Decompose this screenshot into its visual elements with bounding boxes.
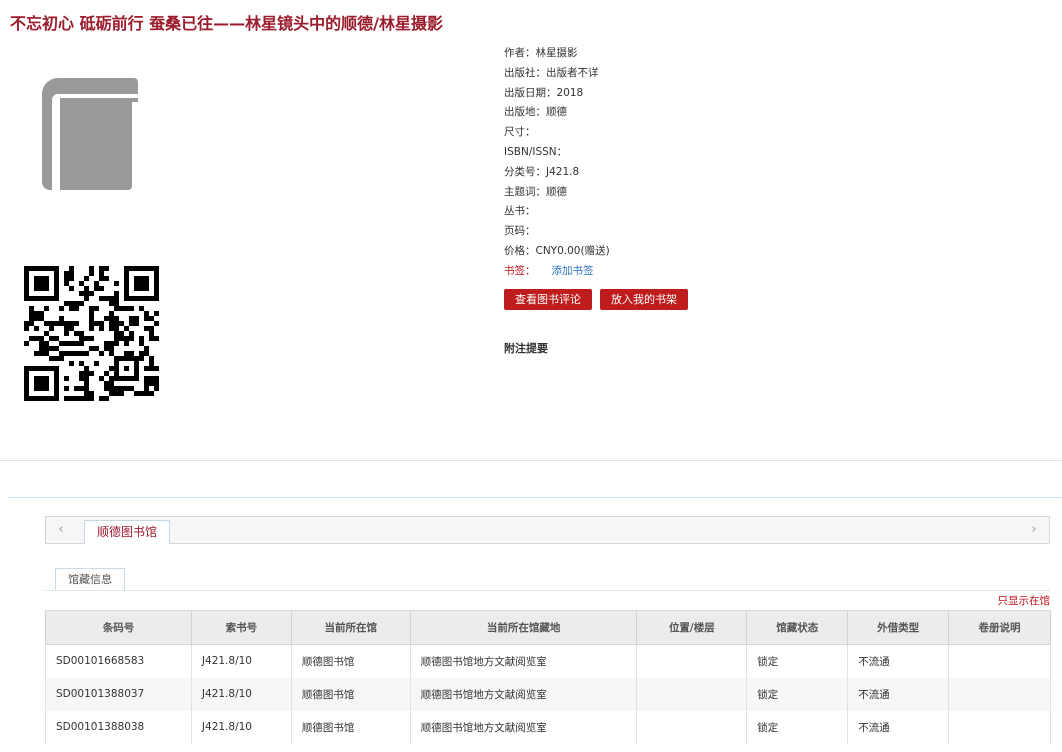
table-cell (636, 710, 748, 744)
column-header[interactable]: 当前所在馆 (290, 610, 411, 645)
column-header[interactable]: 位置/楼层 (636, 610, 748, 645)
meta-label: 主题词： (504, 185, 546, 198)
scroll-left-icon[interactable]: ‹ (46, 517, 76, 543)
meta-row: 出版社：出版者不详 (504, 64, 904, 84)
table-cell: 顺德图书馆地方文献阅览室 (409, 710, 638, 744)
table-cell: J421.8/10 (190, 644, 292, 678)
meta-label: 分类号： (504, 165, 546, 178)
table-cell (948, 677, 1051, 711)
book-metadata: 作者：林星摄影 出版社：出版者不详 出版日期：2018 出版地：顺德 尺寸： ISBN/I… (504, 44, 904, 282)
tab-holdings-info[interactable]: 馆藏信息 (55, 568, 125, 591)
meta-value: CNY0.00(赠送) (535, 244, 610, 257)
table-cell (948, 710, 1051, 744)
column-header[interactable]: 馆藏状态 (746, 610, 849, 645)
bookmark-row: 书签： 添加书签 (504, 262, 904, 282)
table-cell (948, 644, 1051, 678)
table-cell: 顺德图书馆 (290, 710, 411, 744)
section-divider (8, 497, 1062, 498)
meta-label: 出版社： (504, 66, 546, 79)
table-cell: 顺德图书馆 (290, 644, 411, 678)
meta-label: 页码： (504, 225, 536, 238)
add-to-shelf-button[interactable]: 放入我的书架 (600, 289, 688, 310)
meta-label: 尺寸： (504, 126, 536, 139)
table-cell: J421.8/10 (190, 677, 292, 711)
table-cell: SD00101388038 (45, 710, 192, 744)
table-cell: 锁定 (746, 710, 849, 744)
bookmark-label: 书签： (504, 264, 536, 277)
meta-row: ISBN/ISSN： (504, 143, 904, 163)
table-cell: 锁定 (746, 644, 849, 678)
column-header[interactable]: 外借类型 (847, 610, 950, 645)
table-cell: 顺德图书馆地方文献阅览室 (409, 644, 638, 678)
holdings-table: 条码号 索书号 当前所在馆 当前所在馆藏地 位置/楼层 馆藏状态 外借类型 卷册说明 SD00… (45, 610, 1051, 744)
table-row: SD00101388037 J421.8/10 顺德图书馆 顺德图书馆地方文献阅览室 锁… (45, 677, 1051, 711)
table-cell: 锁定 (746, 677, 849, 711)
meta-label: 丛书： (504, 205, 536, 218)
table-cell: 不流通 (847, 677, 950, 711)
table-row: SD00101388038 J421.8/10 顺德图书馆 顺德图书馆地方文献阅览室 锁… (45, 710, 1051, 744)
table-cell: 顺德图书馆 (290, 677, 411, 711)
view-reviews-button[interactable]: 查看图书评论 (504, 289, 592, 310)
meta-row: 页码： (504, 222, 904, 242)
column-header[interactable]: 卷册说明 (948, 610, 1051, 645)
table-cell (636, 677, 748, 711)
meta-value: 顺德 (546, 106, 567, 119)
table-cell: 不流通 (847, 644, 950, 678)
subtab-divider (45, 590, 1050, 591)
meta-row: 出版地：顺德 (504, 103, 904, 123)
meta-label: 出版日期： (504, 86, 557, 99)
meta-label: 价格： (504, 244, 536, 257)
column-header[interactable]: 当前所在馆藏地 (409, 610, 638, 645)
meta-row: 作者：林星摄影 (504, 44, 904, 64)
add-bookmark-link[interactable]: 添加书签 (552, 265, 594, 277)
meta-row: 分类号：J421.8 (504, 163, 904, 183)
library-tab-bar: ‹ 顺德图书馆 › (45, 516, 1050, 544)
section-divider (0, 460, 1062, 461)
meta-row: 丛书： (504, 202, 904, 222)
tab-shunde-library[interactable]: 顺德图书馆 (84, 520, 171, 544)
meta-label: 作者： (504, 47, 536, 59)
qr-code-icon (24, 266, 159, 401)
page-title: 不忘初心 砥砺前行 蚕桑已往——林星镜头中的顺德/林星摄影 (10, 14, 443, 33)
meta-row: 价格：CNY0.00(赠送) (504, 242, 904, 262)
notes-heading: 附注提要 (504, 342, 548, 355)
meta-value: 出版者不详 (546, 66, 599, 79)
column-header[interactable]: 索书号 (190, 610, 292, 645)
table-cell: SD00101388037 (45, 677, 192, 711)
meta-label: 出版地： (504, 106, 546, 119)
meta-value: 顺德 (546, 185, 567, 198)
book-cover-icon (42, 78, 138, 192)
meta-row: 尺寸： (504, 123, 904, 143)
table-cell (636, 644, 748, 678)
meta-value: 林星摄影 (535, 47, 578, 59)
table-cell: J421.8/10 (190, 710, 292, 744)
meta-value: J421.8 (546, 165, 580, 178)
meta-row: 主题词：顺德 (504, 183, 904, 203)
column-header[interactable]: 条码号 (45, 610, 192, 645)
meta-row: 出版日期：2018 (504, 84, 904, 104)
table-cell: SD00101668583 (45, 644, 192, 678)
table-row: SD00101668583 J421.8/10 顺德图书馆 顺德图书馆地方文献阅览室 锁… (45, 644, 1051, 678)
scroll-right-icon[interactable]: › (1019, 517, 1049, 543)
meta-label: ISBN/ISSN： (504, 145, 568, 158)
only-available-link[interactable]: 只显示在馆 (998, 593, 1051, 608)
meta-value: 2018 (556, 86, 584, 99)
table-cell: 顺德图书馆地方文献阅览室 (409, 677, 638, 711)
table-cell: 不流通 (847, 710, 950, 744)
